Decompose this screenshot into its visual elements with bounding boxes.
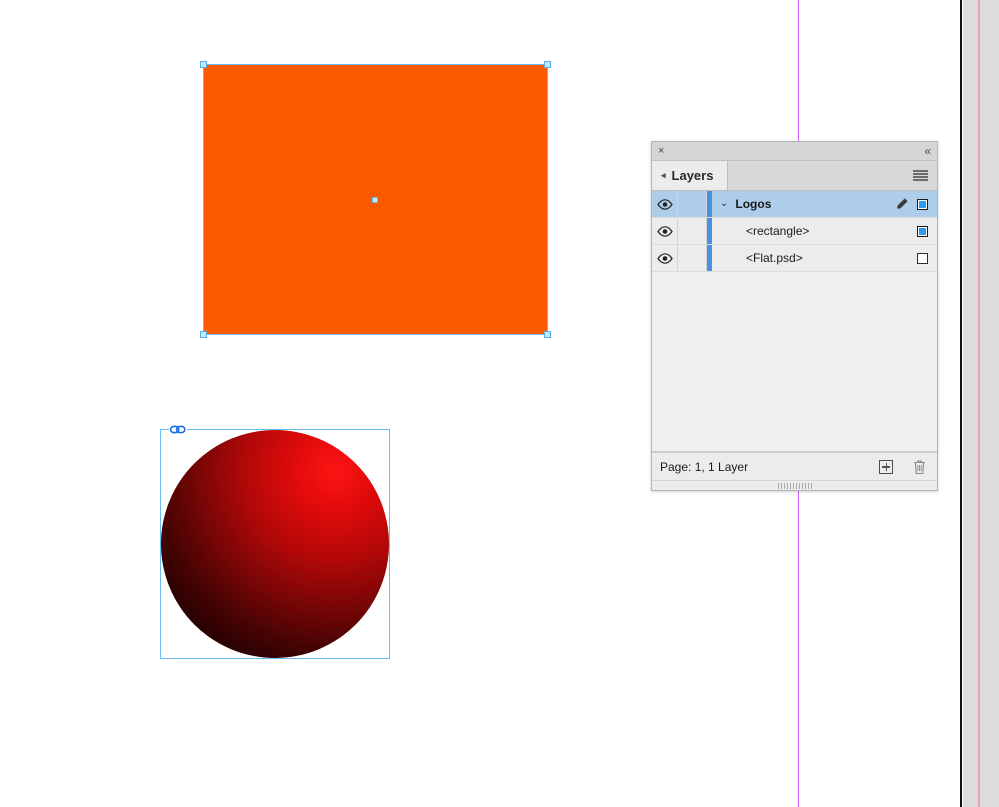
layer-name-cell-flat-psd[interactable]: <Flat.psd> — [712, 245, 917, 271]
lock-toggle-logos[interactable] — [678, 191, 707, 217]
resize-handle-top-right[interactable] — [544, 61, 551, 68]
dock-toggle-icon[interactable]: ◂ — [661, 171, 666, 180]
new-layer-icon[interactable] — [879, 459, 893, 474]
bleed-guide-line — [978, 0, 980, 807]
resize-handle-top-left[interactable] — [200, 61, 207, 68]
visibility-toggle-logos[interactable] — [652, 191, 678, 217]
collapse-panel-icon[interactable]: « — [924, 145, 931, 157]
link-badge[interactable] — [169, 422, 187, 438]
application-window: × « ◂ Layers ⌄ Logos <rectangle> <Flat.p… — [0, 0, 999, 807]
layer-label-logos: Logos — [735, 197, 772, 211]
pen-icon[interactable] — [895, 197, 909, 211]
layer-row-flat-psd[interactable]: <Flat.psd> — [652, 245, 937, 272]
layer-list[interactable]: ⌄ Logos <rectangle> <Flat.psd> — [652, 191, 937, 452]
visibility-toggle-flat-psd[interactable] — [652, 245, 678, 271]
layer-row-actions-flat-psd — [917, 245, 937, 271]
resize-handle-bottom-right[interactable] — [544, 331, 551, 338]
tab-layers-label: Layers — [671, 168, 714, 183]
panel-footer: Page: 1, 1 Layer — [652, 452, 937, 480]
layer-name-cell-rectangle[interactable]: <rectangle> — [712, 218, 917, 244]
lock-toggle-flat-psd[interactable] — [678, 245, 707, 271]
target-indicator-logos[interactable] — [917, 198, 928, 210]
lock-toggle-rectangle[interactable] — [678, 218, 707, 244]
grip-lines-icon — [777, 482, 812, 489]
pasteboard-area — [963, 0, 999, 807]
layer-row-rectangle[interactable]: <rectangle> — [652, 218, 937, 245]
panel-resize-grip[interactable] — [652, 480, 937, 490]
panel-menu-icon — [913, 170, 928, 181]
chevron-down-icon[interactable]: ⌄ — [720, 199, 728, 209]
layer-label-flat-psd: <Flat.psd> — [746, 251, 803, 265]
layer-row-actions-logos — [895, 191, 937, 217]
link-icon — [169, 425, 186, 434]
page-edge-line — [960, 0, 962, 807]
center-anchor-point — [372, 197, 378, 203]
page-layer-status: Page: 1, 1 Layer — [660, 459, 749, 474]
layers-panel[interactable]: × « ◂ Layers ⌄ Logos <rectangle> <Flat.p… — [651, 141, 938, 491]
layer-name-cell-logos[interactable]: ⌄ Logos — [712, 191, 895, 217]
footer-actions — [879, 459, 927, 475]
eye-icon — [656, 225, 673, 237]
panel-tab-strip: ◂ Layers — [652, 161, 937, 191]
resize-handle-bottom-left[interactable] — [200, 331, 207, 338]
eye-icon — [656, 252, 673, 264]
panel-menu-button[interactable] — [913, 161, 937, 190]
layer-label-rectangle: <rectangle> — [746, 224, 810, 238]
tab-layers[interactable]: ◂ Layers — [652, 161, 729, 190]
trash-icon[interactable] — [912, 459, 927, 475]
layer-row-actions-rectangle — [917, 218, 937, 244]
layer-row-logos[interactable]: ⌄ Logos — [652, 191, 937, 218]
panel-titlebar: × « — [652, 142, 937, 161]
target-indicator-rectangle[interactable] — [917, 225, 928, 237]
eye-icon — [656, 198, 673, 210]
visibility-toggle-rectangle[interactable] — [652, 218, 678, 244]
red-sphere-image[interactable] — [161, 430, 389, 658]
target-indicator-flat-psd[interactable] — [917, 252, 928, 264]
close-icon[interactable]: × — [658, 145, 664, 157]
